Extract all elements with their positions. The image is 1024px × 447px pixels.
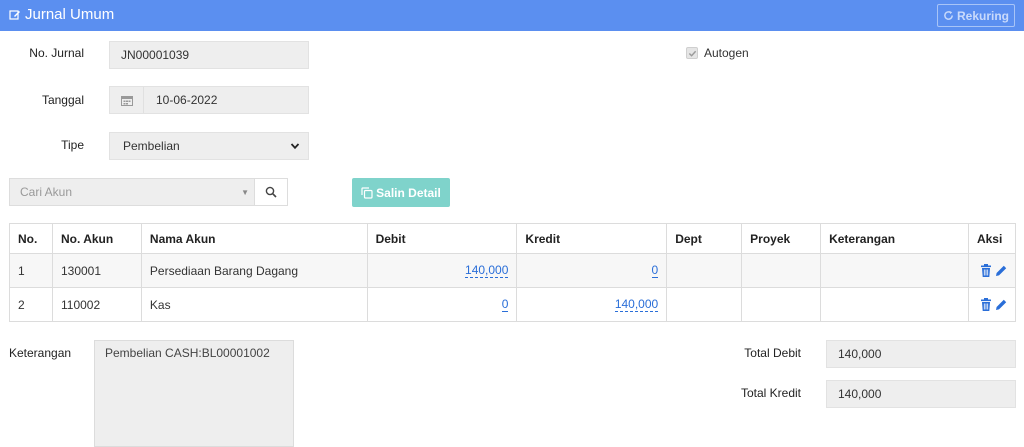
cell-dept[interactable] — [666, 287, 743, 322]
kredit-editable[interactable]: 140,000 — [614, 297, 659, 312]
tipe-label: Tipe — [61, 138, 84, 152]
table-header-row: No. No. Akun Nama Akun Debit Kredit Dept… — [9, 223, 1017, 254]
cari-akun-placeholder: Cari Akun — [20, 185, 73, 199]
page-title-text: Jurnal Umum — [25, 6, 115, 23]
cell-keterangan[interactable] — [820, 287, 969, 322]
table-row: 1 130001 Persediaan Barang Dagang 140,00… — [9, 253, 1017, 288]
debit-editable[interactable]: 140,000 — [465, 263, 509, 278]
cari-akun-select[interactable]: Cari Akun ▼ — [9, 178, 255, 206]
keterangan-value: Pembelian CASH:BL00001002 — [105, 346, 270, 360]
pencil-icon[interactable] — [995, 264, 1007, 277]
col-header-kredit: Kredit — [516, 223, 668, 254]
debit-editable[interactable]: 0 — [501, 297, 509, 312]
edit-icon — [9, 9, 20, 20]
tipe-select[interactable]: Pembelian — [109, 132, 309, 160]
cell-no: 1 — [9, 253, 53, 288]
total-kredit-field: 140,000 — [826, 380, 1016, 408]
total-debit-label: Total Debit — [744, 346, 801, 360]
cell-dept[interactable] — [666, 253, 743, 288]
cell-no-akun: 130001 — [51, 253, 142, 288]
tanggal-label: Tanggal — [41, 93, 84, 107]
no-jurnal-field[interactable]: JN00001039 — [109, 41, 309, 69]
rekuring-button[interactable]: Rekuring — [937, 4, 1015, 27]
total-debit-value: 140,000 — [838, 347, 882, 361]
calendar-icon — [120, 95, 133, 106]
check-icon — [688, 50, 696, 57]
col-header-proyek: Proyek — [741, 223, 822, 254]
cell-debit: 140,000 — [366, 253, 518, 288]
cell-nama-akun: Kas — [140, 287, 368, 322]
page-title: Jurnal Umum — [9, 6, 114, 23]
total-kredit-label: Total Kredit — [740, 386, 801, 400]
col-header-debit: Debit — [366, 223, 518, 254]
tipe-value: Pembelian — [123, 139, 180, 153]
jurnal-detail-table: No. No. Akun Nama Akun Debit Kredit Dept… — [9, 223, 1017, 322]
cell-kredit: 140,000 — [516, 287, 668, 322]
col-header-nama-akun: Nama Akun — [140, 223, 368, 254]
kredit-editable[interactable]: 0 — [651, 263, 659, 278]
trash-icon[interactable] — [980, 298, 992, 311]
keterangan-label: Keterangan — [9, 346, 72, 360]
rekuring-label: Rekuring — [956, 8, 1009, 23]
col-header-keterangan: Keterangan — [820, 223, 969, 254]
total-kredit-value: 140,000 — [838, 387, 882, 401]
cell-nama-akun: Persediaan Barang Dagang — [140, 253, 368, 288]
col-header-no: No. — [9, 223, 53, 254]
col-header-dept: Dept — [666, 223, 743, 254]
search-button[interactable] — [254, 178, 288, 206]
total-debit-field: 140,000 — [826, 340, 1016, 368]
chevron-down-icon — [290, 143, 300, 150]
tanggal-value: 10-06-2022 — [156, 93, 218, 107]
copy-icon — [361, 186, 373, 199]
cell-no: 2 — [9, 287, 53, 322]
caret-down-icon: ▼ — [241, 187, 249, 197]
autogen-checkbox[interactable]: Autogen — [686, 46, 749, 60]
col-header-no-akun: No. Akun — [51, 223, 142, 254]
calendar-addon[interactable] — [110, 87, 144, 113]
checkbox-box[interactable] — [686, 47, 698, 59]
table-row: 2 110002 Kas 0 140,000 — [9, 287, 1017, 322]
col-header-aksi: Aksi — [967, 223, 1017, 254]
cell-debit: 0 — [366, 287, 518, 322]
autogen-label: Autogen — [704, 46, 749, 60]
trash-icon[interactable] — [980, 264, 992, 277]
cell-proyek[interactable] — [741, 287, 822, 322]
salin-detail-label: Salin Detail — [376, 185, 441, 200]
cell-aksi — [967, 287, 1017, 322]
tanggal-field[interactable]: 10-06-2022 — [109, 86, 309, 114]
cell-kredit: 0 — [516, 253, 668, 288]
page-header: Jurnal Umum Rekuring — [0, 0, 1024, 31]
no-jurnal-label: No. Jurnal — [29, 46, 84, 60]
keterangan-textarea[interactable]: Pembelian CASH:BL00001002 — [94, 340, 294, 447]
salin-detail-button[interactable]: Salin Detail — [352, 178, 450, 207]
cell-keterangan[interactable] — [820, 253, 969, 288]
refresh-icon — [944, 10, 953, 20]
search-icon — [265, 186, 277, 198]
no-jurnal-value: JN00001039 — [121, 48, 190, 62]
pencil-icon[interactable] — [995, 298, 1007, 311]
cell-no-akun: 110002 — [51, 287, 142, 322]
cell-aksi — [967, 253, 1017, 288]
cell-proyek[interactable] — [741, 253, 822, 288]
